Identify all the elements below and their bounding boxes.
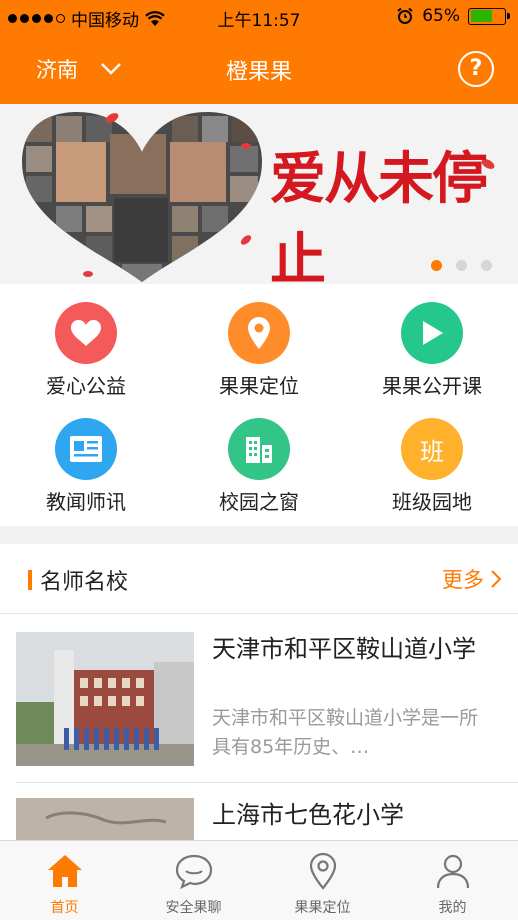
class-icon-glyph: 班 [420, 437, 444, 466]
item-title: 上海市七色花小学 [212, 801, 404, 829]
home-icon [47, 855, 82, 887]
banner-page-dot[interactable] [456, 260, 467, 271]
news-icon [55, 418, 117, 480]
grid-label: 果果定位 [219, 374, 299, 398]
grid-label: 校园之窗 [219, 490, 299, 514]
banner-page-dot[interactable] [431, 260, 442, 271]
status-bar: 中国移动 上午11:57 65% [0, 0, 518, 34]
chevron-down-icon [101, 63, 121, 75]
nav-bar: 济南 橙果果 ? [0, 34, 518, 104]
class-icon: 班 [401, 418, 463, 480]
grid-item-campus[interactable]: 校园之窗 [173, 418, 345, 515]
section-accent-bar [28, 570, 32, 590]
tab-safe-chat[interactable]: 安全果聊 [129, 841, 258, 920]
section-title: 名师名校 [40, 570, 129, 595]
more-link[interactable]: 更多 [442, 564, 502, 594]
grid-item-class[interactable]: 班 班级园地 [346, 418, 518, 515]
chevron-right-icon [491, 570, 502, 588]
list-item[interactable]: 天津市和平区鞍山道小学 天津市和平区鞍山道小学是一所具有85年历史、… [0, 614, 518, 766]
banner-page-dot[interactable] [481, 260, 492, 271]
feature-grid: 爱心公益 果果定位 果果公开课 教闻师讯 校园之窗 班 班级园地 [0, 284, 518, 526]
location-pin-icon [309, 852, 336, 890]
tab-label: 首页 [50, 900, 79, 916]
grid-item-news[interactable]: 教闻师讯 [0, 418, 172, 515]
school-photo [16, 798, 194, 840]
city-name: 济南 [36, 58, 78, 82]
tab-label: 果果定位 [294, 900, 351, 916]
building-icon [228, 418, 290, 480]
grid-item-locate[interactable]: 果果定位 [173, 302, 345, 399]
tab-locate[interactable]: 果果定位 [258, 841, 387, 920]
grid-item-open-class[interactable]: 果果公开课 [346, 302, 518, 399]
status-right: 65% [396, 6, 510, 26]
item-description: 天津市和平区鞍山道小学是一所具有85年历史、… [212, 707, 479, 758]
school-photo [16, 632, 194, 766]
city-selector[interactable]: 济南 [36, 54, 122, 84]
banner-carousel[interactable]: 爱从未停止 [0, 104, 518, 284]
heart-icon [55, 302, 117, 364]
famous-schools-section: 名师名校 更多 天津市和平区鞍山道小学 天津市和平区鞍山道小学是一所具有85年历… [0, 544, 518, 840]
grid-label: 班级园地 [392, 490, 472, 514]
tab-label: 安全果聊 [165, 900, 222, 916]
section-header: 名师名校 更多 [0, 544, 518, 614]
grid-label: 爱心公益 [46, 374, 126, 398]
grid-label: 果果公开课 [382, 374, 482, 398]
banner-pagination [431, 260, 492, 271]
more-label: 更多 [442, 568, 484, 592]
alarm-clock-icon [397, 7, 413, 24]
grid-item-charity[interactable]: 爱心公益 [0, 302, 172, 399]
item-title: 天津市和平区鞍山道小学 [212, 635, 476, 663]
person-icon [436, 854, 469, 889]
battery-icon [468, 7, 510, 25]
tab-label: 我的 [438, 900, 467, 916]
tab-home[interactable]: 首页 [0, 841, 129, 920]
tab-mine[interactable]: 我的 [388, 841, 517, 920]
play-icon [401, 302, 463, 364]
battery-percent: 65% [422, 6, 460, 26]
chat-bubble-icon [175, 854, 212, 890]
question-circle-icon[interactable]: ? [458, 51, 494, 87]
location-pin-icon [228, 302, 290, 364]
grid-label: 教闻师讯 [46, 490, 126, 514]
tab-bar: 首页 安全果聊 果果定位 我的 [0, 840, 518, 920]
